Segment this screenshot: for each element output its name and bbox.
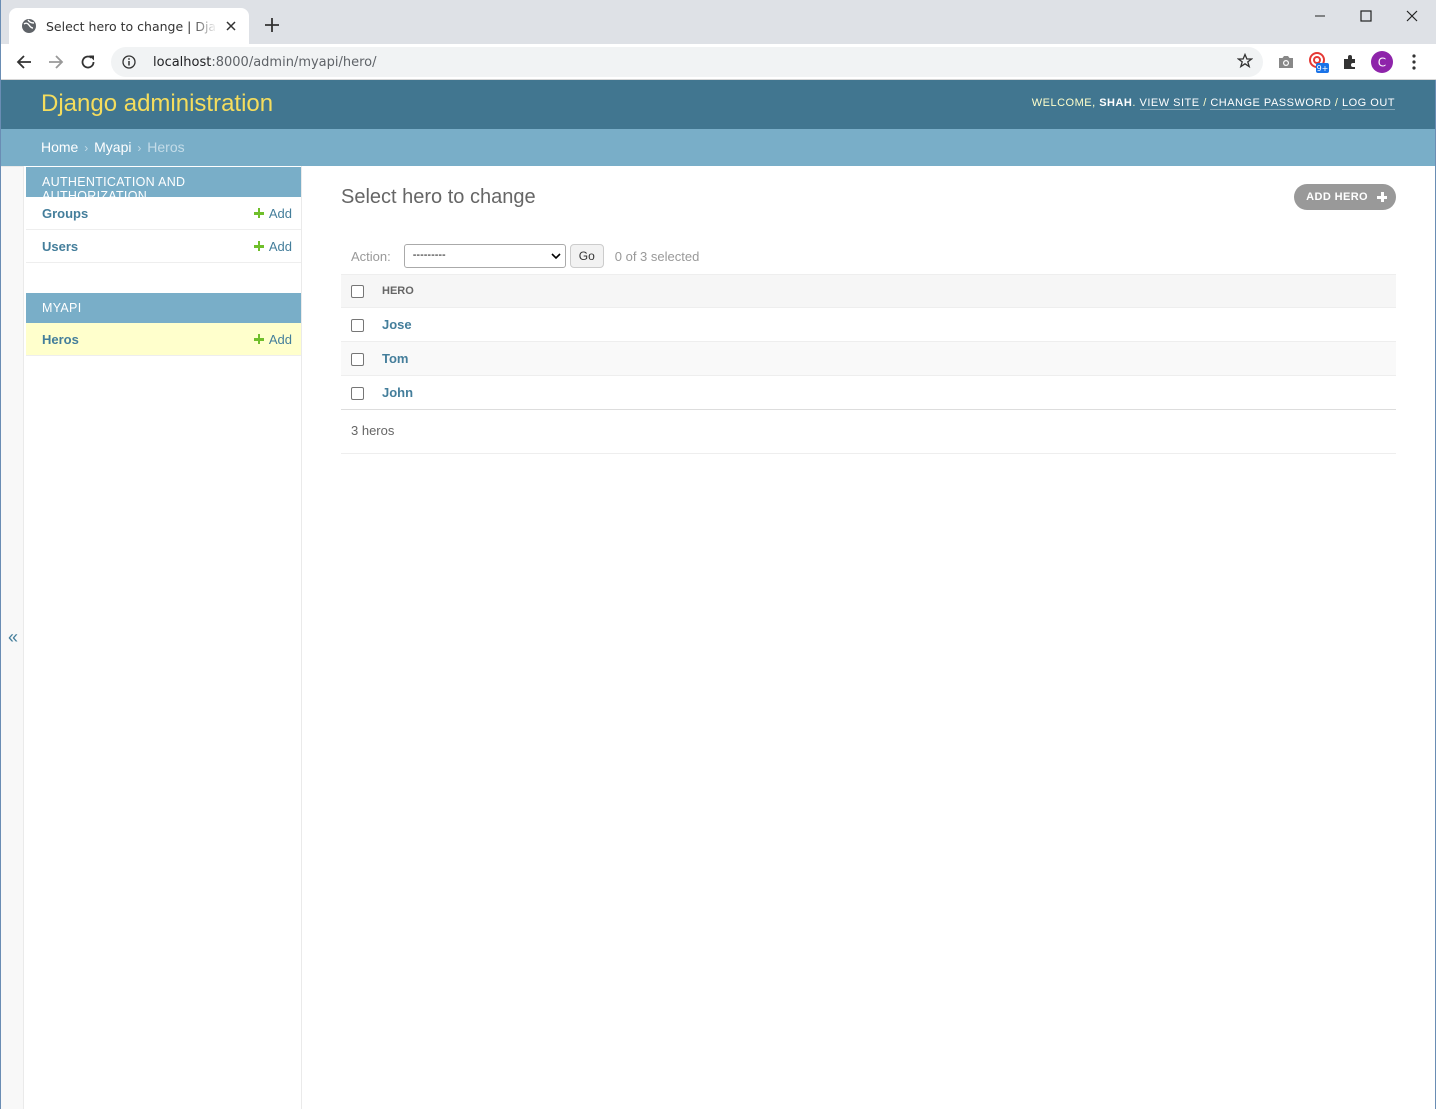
add-user-link[interactable]: Add (253, 238, 292, 254)
go-button[interactable]: Go (569, 244, 604, 268)
welcome-text: Welcome, (1031, 97, 1096, 109)
forward-icon[interactable] (44, 50, 68, 74)
admin-header: Django administration Welcome, shah. Vie… (1, 80, 1435, 129)
table-row: Tom (341, 341, 1396, 376)
column-header-hero[interactable]: Hero (377, 274, 1396, 308)
select-all-checkbox[interactable] (351, 284, 364, 298)
row-checkbox-cell (341, 341, 377, 376)
add-label: Add (268, 238, 292, 254)
breadcrumb-home[interactable]: Home (41, 139, 78, 155)
user-tools-sep: / (1203, 97, 1207, 109)
nav-sidebar: Authentication and Authorization Groups … (24, 166, 302, 1109)
reload-icon[interactable] (76, 50, 100, 74)
sidebar-item-users: Users Add (26, 230, 301, 263)
add-icon (253, 208, 264, 218)
browser-tab[interactable]: Select hero to change | Django site admi… (9, 8, 249, 44)
table-row: Jose (341, 307, 1396, 342)
url-path: :8000/admin/myapi/hero/ (211, 54, 377, 70)
sidebar-item-heros: Heros Add (26, 323, 301, 356)
action-label: Action: (351, 248, 391, 264)
new-tab-icon[interactable] (261, 14, 283, 36)
browser-toolbar: localhost:8000/admin/myapi/hero/ 9+ C (1, 44, 1436, 80)
sidebar-item-label[interactable]: Heros (42, 332, 79, 347)
result-list: Hero Jose Tom John (341, 274, 1396, 410)
profile-avatar[interactable]: C (1371, 51, 1393, 73)
page-title: Select hero to change (341, 186, 536, 208)
profile-initial: C (1378, 56, 1386, 70)
paginator: 3 heros (341, 410, 1396, 454)
url-host: localhost (153, 54, 212, 70)
action-select-value: --------- (412, 249, 446, 261)
hero-link[interactable]: Tom (377, 341, 1396, 376)
log-out-link[interactable]: Log out (1341, 97, 1395, 110)
sidebar-item-label[interactable]: Users (42, 239, 78, 254)
tab-close-icon[interactable] (223, 18, 239, 34)
select-all-cell (341, 274, 377, 308)
row-checkbox-cell (341, 375, 377, 410)
plus-icon (1377, 192, 1387, 202)
site-info-icon[interactable] (121, 54, 137, 70)
extensions-puzzle-icon[interactable] (1339, 51, 1361, 73)
add-hero-button[interactable]: Add hero (1294, 184, 1396, 210)
bookmark-star-icon[interactable] (1236, 52, 1255, 71)
add-hero-label: Add hero (1306, 191, 1368, 203)
collapse-sidebar-icon[interactable]: « (8, 627, 18, 648)
chevron-down-icon (551, 253, 561, 260)
address-bar[interactable]: localhost:8000/admin/myapi/hero/ (111, 47, 1263, 77)
selection-counter: 0 of 3 selected (614, 248, 700, 264)
row-checkbox[interactable] (351, 353, 364, 367)
change-password-link[interactable]: Change password (1210, 97, 1332, 110)
breadcrumb: Home › Myapi › Heros (1, 129, 1435, 166)
maximize-icon[interactable] (1343, 0, 1389, 32)
add-label: Add (268, 205, 292, 221)
window-close-icon[interactable] (1389, 0, 1435, 32)
action-select[interactable]: --------- (403, 244, 566, 268)
module-caption-auth[interactable]: Authentication and Authorization (26, 167, 301, 203)
hero-link[interactable]: John (377, 375, 1396, 410)
toggle-nav-sidebar[interactable]: « (1, 166, 24, 1109)
module-myapi: Myapi Heros Add (26, 293, 301, 356)
add-icon (253, 334, 264, 344)
row-checkbox[interactable] (351, 387, 364, 401)
breadcrumb-app[interactable]: Myapi (94, 139, 131, 155)
breadcrumb-current: Heros (147, 139, 185, 155)
actions-bar: Action: --------- Go 0 of 3 selected (341, 238, 1396, 274)
tab-title: Select hero to change | Django site admi… (46, 18, 217, 34)
breadcrumb-sep: › (84, 141, 89, 155)
url-text: localhost:8000/admin/myapi/hero/ (153, 55, 377, 70)
sidebar-item-label[interactable]: Groups (42, 206, 88, 221)
user-tools-sep: / (1334, 97, 1339, 109)
camera-icon[interactable] (1275, 51, 1297, 73)
breadcrumb-sep: › (137, 141, 142, 155)
username: shah (1099, 97, 1133, 109)
hero-link[interactable]: Jose (377, 307, 1396, 342)
table-row: John (341, 375, 1396, 410)
browser-tab-bar: Select hero to change | Django site admi… (1, 0, 1436, 44)
add-icon (253, 241, 264, 251)
module-caption-myapi[interactable]: Myapi (26, 293, 301, 323)
extension-badge-icon[interactable]: 9+ (1307, 51, 1329, 73)
user-tools: Welcome, shah. View site / Change passwo… (1031, 97, 1395, 110)
view-site-link[interactable]: View site (1139, 97, 1200, 110)
extension-badge-count: 9+ (1317, 64, 1329, 73)
back-icon[interactable] (12, 50, 36, 74)
module-auth: Authentication and Authorization Groups … (26, 167, 301, 263)
browser-menu-icon[interactable] (1403, 51, 1425, 73)
add-group-link[interactable]: Add (253, 205, 292, 221)
row-checkbox[interactable] (351, 319, 364, 333)
site-branding[interactable]: Django administration (41, 90, 273, 118)
row-checkbox-cell (341, 307, 377, 342)
add-label: Add (268, 331, 292, 347)
minimize-icon[interactable] (1297, 0, 1343, 32)
add-hero-link[interactable]: Add (253, 331, 292, 347)
globe-icon (21, 18, 37, 34)
